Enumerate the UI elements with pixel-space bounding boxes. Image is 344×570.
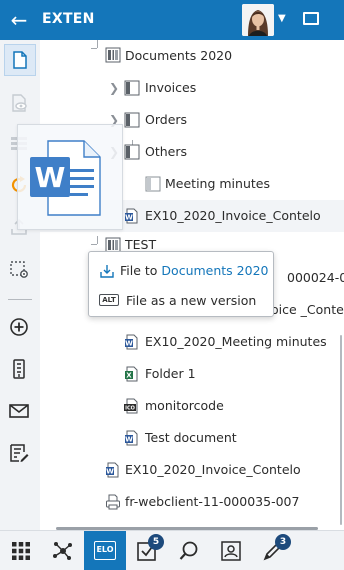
excel-document-icon: X xyxy=(124,366,140,385)
tree-item-label: monitorcode xyxy=(145,398,224,413)
pen-count-badge: 3 xyxy=(275,534,291,550)
tree-item-invoice-contelo-2[interactable]: W EX10_2020_Invoice_Contelo xyxy=(40,454,344,486)
file-to-prefix: File to xyxy=(120,263,162,278)
app-window: ← EXTEN ▼ Documents 2020 ❯ Invoices ❯ Or… xyxy=(0,0,344,570)
folder-icon xyxy=(124,112,140,131)
tree-item-label: Test document xyxy=(145,430,237,445)
apps-grid-icon[interactable] xyxy=(0,531,42,570)
tree-item-label: EX10_2020_Invoice_Contelo xyxy=(145,208,321,223)
drop-action-menu: File to Documents 2020 ALT File as a new… xyxy=(88,251,274,317)
tree-item-label: Orders xyxy=(145,112,188,127)
tree-item-documents-2020[interactable]: Documents 2020 xyxy=(40,40,344,72)
alt-key-badge: ALT xyxy=(99,294,119,306)
elo-home-button[interactable]: ELO xyxy=(84,531,126,570)
svg-text:X: X xyxy=(126,372,132,380)
window-icon[interactable] xyxy=(303,12,319,25)
elo-logo: ELO xyxy=(94,541,116,560)
svg-text:W: W xyxy=(125,340,133,348)
printer-document-icon xyxy=(105,494,121,513)
svg-text:W: W xyxy=(35,161,66,194)
tree-item-meeting-minutes-doc[interactable]: W EX10_2020_Meeting minutes xyxy=(40,326,344,358)
file-to-label: File to Documents 2020 xyxy=(120,263,268,278)
word-document-icon: W xyxy=(105,462,121,481)
tree-item-label: 000024-002 xyxy=(287,270,344,285)
tasks-check-icon[interactable]: 5 xyxy=(126,531,168,570)
file-as-new-version-label: File as a new version xyxy=(126,293,257,308)
workflow-icon[interactable] xyxy=(4,354,36,386)
edit-notes-icon[interactable] xyxy=(4,438,36,470)
tree-item-label: EX10_2020_Meeting minutes xyxy=(145,334,327,349)
tree-item-label: Invoices xyxy=(145,80,197,95)
folder-icon xyxy=(145,176,161,195)
folder-icon xyxy=(124,80,140,99)
file-to-menu-item[interactable]: File to Documents 2020 xyxy=(89,255,273,285)
tree-item-label: EX10_2020_Invoice_Contelo xyxy=(125,462,301,477)
network-icon[interactable] xyxy=(42,531,84,570)
svg-text:W: W xyxy=(125,214,133,222)
svg-text:W: W xyxy=(106,468,114,476)
tree-item-label: fr-webclient-11-000035-007 xyxy=(125,494,300,509)
word-document-icon: W xyxy=(124,430,140,449)
word-document-icon: W xyxy=(30,140,101,216)
svg-text:W: W xyxy=(125,436,133,444)
arrow-left-icon[interactable]: ← xyxy=(6,7,32,33)
word-document-icon: W xyxy=(124,208,140,227)
tree-item-folder-1[interactable]: X Folder 1 xyxy=(40,358,344,390)
side-toolbar xyxy=(0,40,40,530)
tree-item-invoices[interactable]: ❯ Invoices xyxy=(40,72,344,104)
contact-card-icon[interactable] xyxy=(210,531,252,570)
cabinet-icon xyxy=(105,47,121,66)
page-title: EXTEN xyxy=(42,11,95,27)
tree-item-label: Folder 1 xyxy=(145,366,196,381)
tasks-count-badge: 5 xyxy=(148,534,164,550)
word-document-icon: W xyxy=(124,334,140,353)
account-dropdown-icon[interactable]: ▼ xyxy=(278,13,286,24)
folder-icon xyxy=(124,144,140,163)
drag-preview: W xyxy=(17,124,123,230)
preview-eye-icon[interactable] xyxy=(4,88,36,120)
tree-item-label: Others xyxy=(145,144,188,159)
ico-document-icon: ICO xyxy=(124,398,140,417)
pen-icon[interactable]: 3 xyxy=(252,531,294,570)
select-settings-icon[interactable] xyxy=(4,254,36,286)
header-bar: ← EXTEN ▼ xyxy=(0,0,344,40)
tree-item-test-document[interactable]: W Test document xyxy=(40,422,344,454)
add-circle-icon[interactable] xyxy=(4,312,36,344)
toolbar-divider xyxy=(8,299,32,300)
tree-item-label: Meeting minutes xyxy=(165,176,270,191)
mail-icon[interactable] xyxy=(4,396,36,428)
file-as-new-version-menu-item[interactable]: ALT File as a new version xyxy=(89,285,273,315)
tree-item-label: Documents 2020 xyxy=(125,48,233,63)
vertical-scrollbar[interactable] xyxy=(340,335,342,525)
search-icon[interactable] xyxy=(168,531,210,570)
tree-item-label: TEST xyxy=(125,237,157,252)
tree-item-monitorcode[interactable]: ICO monitorcode xyxy=(40,390,344,422)
avatar[interactable] xyxy=(242,4,274,36)
document-icon[interactable] xyxy=(4,44,36,76)
tree-item-label: oice _Conte xyxy=(271,302,344,317)
chevron-right-icon[interactable]: ❯ xyxy=(109,81,119,95)
file-to-target: Documents 2020 xyxy=(161,263,269,278)
bottom-nav-bar: ELO 5 3 xyxy=(0,530,344,570)
svg-text:ICO: ICO xyxy=(125,406,135,412)
tree-item-fr-webclient[interactable]: fr-webclient-11-000035-007 xyxy=(40,486,344,518)
file-down-icon xyxy=(99,263,115,282)
